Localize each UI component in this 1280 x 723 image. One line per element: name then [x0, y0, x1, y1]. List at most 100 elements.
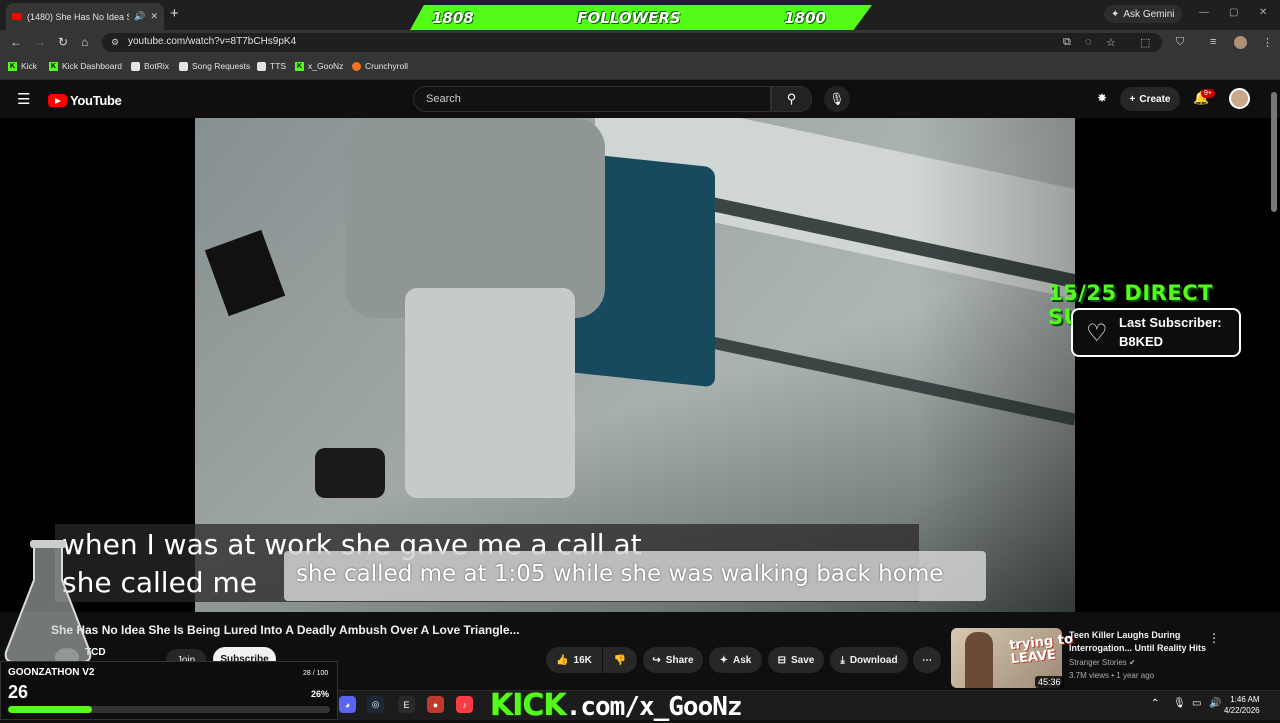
user-avatar[interactable]	[1229, 88, 1250, 109]
ask-sparkle-icon: ✦	[719, 654, 729, 666]
music-icon[interactable]: ♪	[456, 696, 473, 713]
window-close-icon[interactable]: ✕	[1259, 7, 1267, 18]
share-button[interactable]: ↪ Share	[643, 647, 703, 673]
system-clock[interactable]: 1:46 AM 4/22/2026	[1224, 694, 1260, 716]
goonzathon-progress-text: 28 / 100	[303, 670, 329, 677]
back-icon[interactable]: ←	[10, 35, 22, 49]
recommended-title[interactable]: Teen Killer Laughs During Interrogation.…	[1069, 629, 1209, 655]
minimize-icon[interactable]: —	[1199, 7, 1209, 18]
epic-games-icon[interactable]: E	[398, 696, 415, 713]
goonzathon-percent: 26%	[311, 689, 330, 699]
recommended-meta: 3.7M views • 1 year ago	[1069, 671, 1154, 680]
hamburger-menu-icon[interactable]: ☰	[17, 90, 30, 108]
install-app-icon[interactable]: ⧉	[1063, 36, 1071, 49]
followers-goal: 1800	[784, 8, 826, 27]
thumbs-up-icon: 👍	[556, 654, 569, 666]
bookmark-label: TTS	[270, 61, 287, 71]
url-text[interactable]: youtube.com/watch?v=8T7bCHs9pK4	[128, 36, 296, 47]
tray-expand-icon[interactable]: ⌃	[1151, 698, 1159, 709]
caption-line-3: she called me at 1:05 while she was walk…	[296, 561, 944, 587]
goonzathon-value: 26	[8, 682, 29, 702]
gemini-sparkle-icon: ✦	[1111, 8, 1120, 20]
ask-button[interactable]: ✦ Ask	[709, 647, 762, 673]
like-button[interactable]: 👍 16K	[546, 647, 602, 673]
youtube-logo-text: YouTube	[70, 93, 122, 108]
share-icon: ↪	[652, 654, 661, 666]
youtube-favicon-icon	[12, 13, 22, 20]
save-button[interactable]: ⊟ Save	[768, 647, 824, 673]
youtube-premium-sparkle-icon[interactable]: ✸	[1097, 91, 1107, 105]
notification-badge: 9+	[1201, 89, 1215, 98]
bookmark-label: x_GooNz	[308, 61, 344, 71]
more-actions-button[interactable]: ⋯	[913, 647, 941, 673]
bookmark-crunchyroll[interactable]: Crunchyroll	[352, 61, 408, 71]
voice-search-button[interactable]: 🎙	[824, 86, 850, 112]
search-button[interactable]: ⚲	[771, 86, 812, 112]
recommended-views: 3.7M views	[1069, 671, 1110, 680]
create-label: Create	[1139, 93, 1171, 105]
verified-icon: ✔	[1129, 658, 1136, 667]
tray-display-icon[interactable]: ▭	[1192, 698, 1201, 709]
bookmark-label: Song Requests	[192, 61, 251, 71]
recommended-channel[interactable]: Stranger Stories ✔	[1069, 658, 1136, 667]
ask-gemini-button[interactable]: ✦ Ask Gemini	[1104, 5, 1182, 23]
youtube-logo[interactable]: YouTube	[48, 93, 122, 108]
thumbnail-duration: 45:36	[1035, 676, 1064, 688]
bookmark-tts[interactable]: TTS	[257, 61, 286, 71]
menu-dots-icon[interactable]: ⋮	[1262, 36, 1273, 49]
home-icon[interactable]: ⌂	[81, 35, 88, 49]
tab-close-icon[interactable]: ✕	[150, 11, 158, 22]
video-title: She Has No Idea She Is Being Lured Into …	[51, 623, 520, 637]
ask-gemini-label: Ask Gemini	[1123, 8, 1175, 20]
create-button[interactable]: + Create	[1120, 87, 1180, 111]
meta-separator: •	[1111, 671, 1115, 680]
thumbs-down-icon: 👎	[613, 654, 627, 666]
heart-icon: ♡	[1086, 320, 1108, 347]
last-subscriber-label: Last Subscriber:	[1119, 315, 1222, 330]
bookmark-star-icon[interactable]: ☆	[1106, 36, 1116, 49]
extensions-icon[interactable]: ⬚	[1140, 36, 1150, 49]
forward-icon[interactable]: →	[34, 35, 46, 49]
browser-tab[interactable]: (1480) She Has No Idea She 🔊 ✕	[6, 3, 164, 30]
eye-off-icon[interactable]: ◌	[1085, 36, 1092, 48]
tts-icon	[257, 61, 266, 71]
search-input[interactable]: Search	[413, 86, 771, 112]
bookmark-label: Kick	[21, 61, 38, 71]
recommended-age: 1 year ago	[1116, 671, 1155, 680]
song-requests-icon	[179, 61, 188, 71]
maximize-icon[interactable]: ▢	[1229, 7, 1238, 18]
microphone-icon: 🎙	[829, 92, 845, 106]
recommended-channel-name: Stranger Stories	[1069, 658, 1127, 667]
dislike-button[interactable]: 👎	[603, 647, 637, 673]
last-subscriber-name: B8KED	[1119, 334, 1164, 349]
like-count: 16K	[573, 654, 592, 666]
steam-icon[interactable]: ◎	[367, 696, 384, 713]
bookmark-kick[interactable]: K Kick	[8, 61, 37, 71]
new-tab-button[interactable]: +	[170, 5, 179, 22]
reading-list-icon[interactable]: ≡	[1210, 36, 1216, 48]
followers-current: 1808	[432, 8, 474, 27]
bookmark-kick-dashboard[interactable]: K Kick Dashboard	[49, 61, 122, 71]
reload-icon[interactable]: ↻	[58, 35, 68, 49]
recommended-more-icon[interactable]: ⋮	[1208, 631, 1220, 645]
site-info-icon[interactable]: ⚙	[111, 37, 119, 48]
bookmark-song-requests[interactable]: Song Requests	[179, 61, 250, 71]
tray-volume-icon[interactable]: 🔊	[1209, 698, 1221, 709]
bookmark-botrix[interactable]: BotRix	[131, 61, 169, 71]
download-label: Download	[849, 654, 898, 666]
goonzathon-title: GOONZATHON V2	[8, 667, 95, 678]
page-scrollbar[interactable]	[1271, 92, 1277, 212]
incognito-icon[interactable]: ⛉	[1176, 36, 1184, 49]
bookmark-x-goonz[interactable]: Kx_GooNz	[295, 61, 343, 71]
save-label: Save	[791, 654, 815, 666]
plus-icon: +	[1129, 93, 1136, 105]
ask-label: Ask	[733, 654, 752, 666]
kick-url-text: .com/x_GooNz	[565, 692, 743, 722]
download-button[interactable]: ⤓ Download	[830, 647, 908, 673]
profile-avatar[interactable]	[1234, 36, 1247, 49]
app-red-icon[interactable]: ●	[427, 696, 444, 713]
discord-icon[interactable]: ◕	[339, 696, 356, 713]
speaker-icon[interactable]: 🔊	[134, 11, 145, 22]
botrix-icon	[131, 61, 140, 71]
tray-mic-icon[interactable]: 🎙	[1173, 698, 1186, 709]
